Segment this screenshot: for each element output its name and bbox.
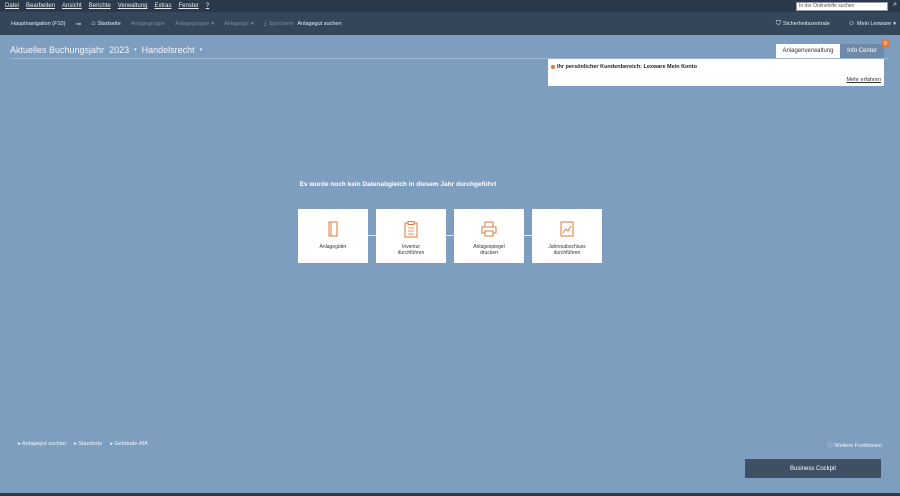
quick-link-search-asset[interactable]: ▸ Anlagegut suchen <box>18 441 66 447</box>
card-label: drucken <box>480 250 498 256</box>
menu-ansicht[interactable]: Ansicht <box>62 3 82 9</box>
quick-link-locations[interactable]: ▸ Standorte <box>74 441 102 447</box>
account-label: Mein Lexware <box>856 20 892 27</box>
menu-datei[interactable]: Datei <box>5 3 19 9</box>
quick-link-label: Anlagegut suchen <box>22 441 67 447</box>
tab-anlagenverwaltung[interactable]: Anlagenverwaltung <box>776 44 840 58</box>
action-cards: Anlagegüter Inventur durchführen Anlages… <box>298 209 602 263</box>
asset-group-button: Anlagegruppe <box>131 21 165 27</box>
security-center-button[interactable]: ⛉ Sicherheitszentrale <box>776 20 830 28</box>
chevron-down-icon[interactable]: ▾ <box>134 47 137 53</box>
main-navigation-button[interactable]: Hauptnavigation (F10) <box>11 21 65 27</box>
bullet-icon <box>551 65 555 69</box>
chevron-down-icon: ▾ <box>893 20 896 27</box>
menu-fenster[interactable]: Fenster <box>178 3 198 9</box>
search-asset-label: Anlagegut suchen <box>297 20 342 27</box>
card-label: durchführen <box>553 250 581 256</box>
security-center-label: Sicherheitszentrale <box>783 20 830 27</box>
more-functions-link[interactable]: ⓘ Weitere Funktionen <box>827 441 882 449</box>
asset-dropdown-label: Anlagegut <box>224 20 249 27</box>
more-info-link[interactable]: Mehr erfahren <box>846 77 881 83</box>
menu-bar: Datei Bearbeiten Ansicht Berichte Verwal… <box>0 0 900 12</box>
shield-icon: ⛉ <box>775 19 782 27</box>
quick-links: ▸ Anlagegut suchen ▸ Standorte ▸ Gebäude… <box>18 441 148 447</box>
view-tabs: Anlagenverwaltung Info Center <box>776 44 884 58</box>
home-button[interactable]: ⌂ Startseite <box>91 20 120 27</box>
chart-document-icon <box>560 221 574 237</box>
notification-badge: 0 <box>881 39 890 48</box>
search-asset-button[interactable]: Anlagegut suchen <box>298 21 342 27</box>
info-panel-text[interactable]: Ihr persönlicher Kundenbereich: Lexware … <box>557 64 697 70</box>
menu-help[interactable]: ? <box>206 3 209 9</box>
card-inventur[interactable]: Inventur durchführen <box>376 209 446 263</box>
quick-link-building-afa[interactable]: ▸ Gebäude-AfA <box>110 441 148 447</box>
toolbar-right: ⛉ Sicherheitszentrale ☺ Mein Lexware ▾ <box>766 20 896 28</box>
chevron-down-icon[interactable]: ▾ <box>200 47 203 53</box>
fiscal-year-label: Aktuelles Buchungsjahr <box>10 45 105 55</box>
chevron-down-icon: ▾ <box>211 20 215 27</box>
card-label: Anlagegüter <box>319 244 347 250</box>
tab-info-center[interactable]: Info Center <box>840 44 884 58</box>
fiscal-year-selector[interactable]: 2023 <box>109 45 129 55</box>
clipboard-icon <box>404 221 418 238</box>
online-help-search-input[interactable]: In der Onlinehilfe suchen <box>796 2 888 11</box>
chevron-down-icon: ▾ <box>250 20 254 27</box>
save-button: ⤓ Speichern <box>264 20 294 28</box>
printer-icon <box>481 221 497 237</box>
quick-link-label: Standorte <box>78 441 103 447</box>
business-cockpit-button[interactable]: Business Cockpit <box>745 459 881 478</box>
menu-berichte[interactable]: Berichte <box>89 3 111 9</box>
more-functions-label: Weitere Funktionen <box>834 443 882 449</box>
info-icon: ⓘ <box>827 443 833 449</box>
save-label: Speichern <box>268 20 294 27</box>
law-selector[interactable]: Handelsrecht <box>142 45 195 55</box>
menu-extras[interactable]: Extras <box>154 3 171 9</box>
pin-icon[interactable]: ⊸ <box>75 20 81 28</box>
card-jahresabschluss[interactable]: Jahresabschluss durchführen <box>532 209 602 263</box>
card-anlagespiegel[interactable]: Anlagespiegel drucken <box>454 209 524 263</box>
page-title: Aktuelles Buchungsjahr 2023 ▾ Handelsrec… <box>10 45 202 55</box>
sync-status-message: Es wurde noch kein Datenabgleich in dies… <box>299 181 497 188</box>
card-label: durchführen <box>397 250 425 256</box>
asset-group-label: Anlagegruppe <box>130 20 166 27</box>
toolbar: Hauptnavigation (F10) ⊸ ⌂ Startseite Anl… <box>0 12 900 35</box>
book-icon <box>328 221 338 237</box>
home-label: Startseite <box>97 20 121 27</box>
search-icon[interactable]: ⌕ <box>893 1 897 9</box>
quick-link-label: Gebäude-AfA <box>114 441 148 447</box>
asset-dropdown: Anlagegut ▾ <box>224 21 254 27</box>
user-icon: ☺ <box>847 20 855 27</box>
asset-group-dropdown-label: Anlagegruppe <box>175 20 210 27</box>
menu-bearbeiten[interactable]: Bearbeiten <box>26 3 55 9</box>
home-icon: ⌂ <box>91 20 96 27</box>
download-icon: ⤓ <box>263 19 267 27</box>
menu-verwaltung[interactable]: Verwaltung <box>118 3 148 9</box>
card-anlagegueter[interactable]: Anlagegüter <box>298 209 368 263</box>
account-button[interactable]: ☺ Mein Lexware ▾ <box>848 20 896 27</box>
info-panel: Ihr persönlicher Kundenbereich: Lexware … <box>548 59 884 86</box>
asset-group-dropdown: Anlagegruppe ▾ <box>175 21 214 27</box>
